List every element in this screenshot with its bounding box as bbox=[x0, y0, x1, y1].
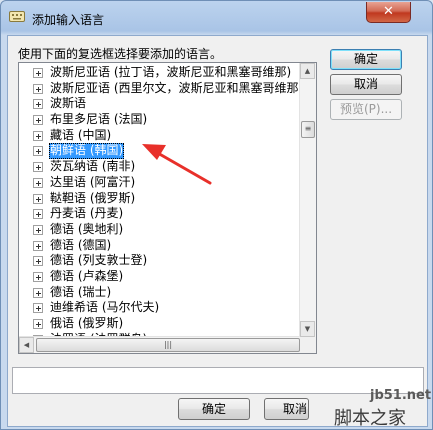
watermark-url: jb51.net bbox=[370, 388, 432, 403]
watermark-site-name: 脚本之家 bbox=[334, 408, 406, 429]
red-arrow-annotation bbox=[142, 144, 212, 185]
